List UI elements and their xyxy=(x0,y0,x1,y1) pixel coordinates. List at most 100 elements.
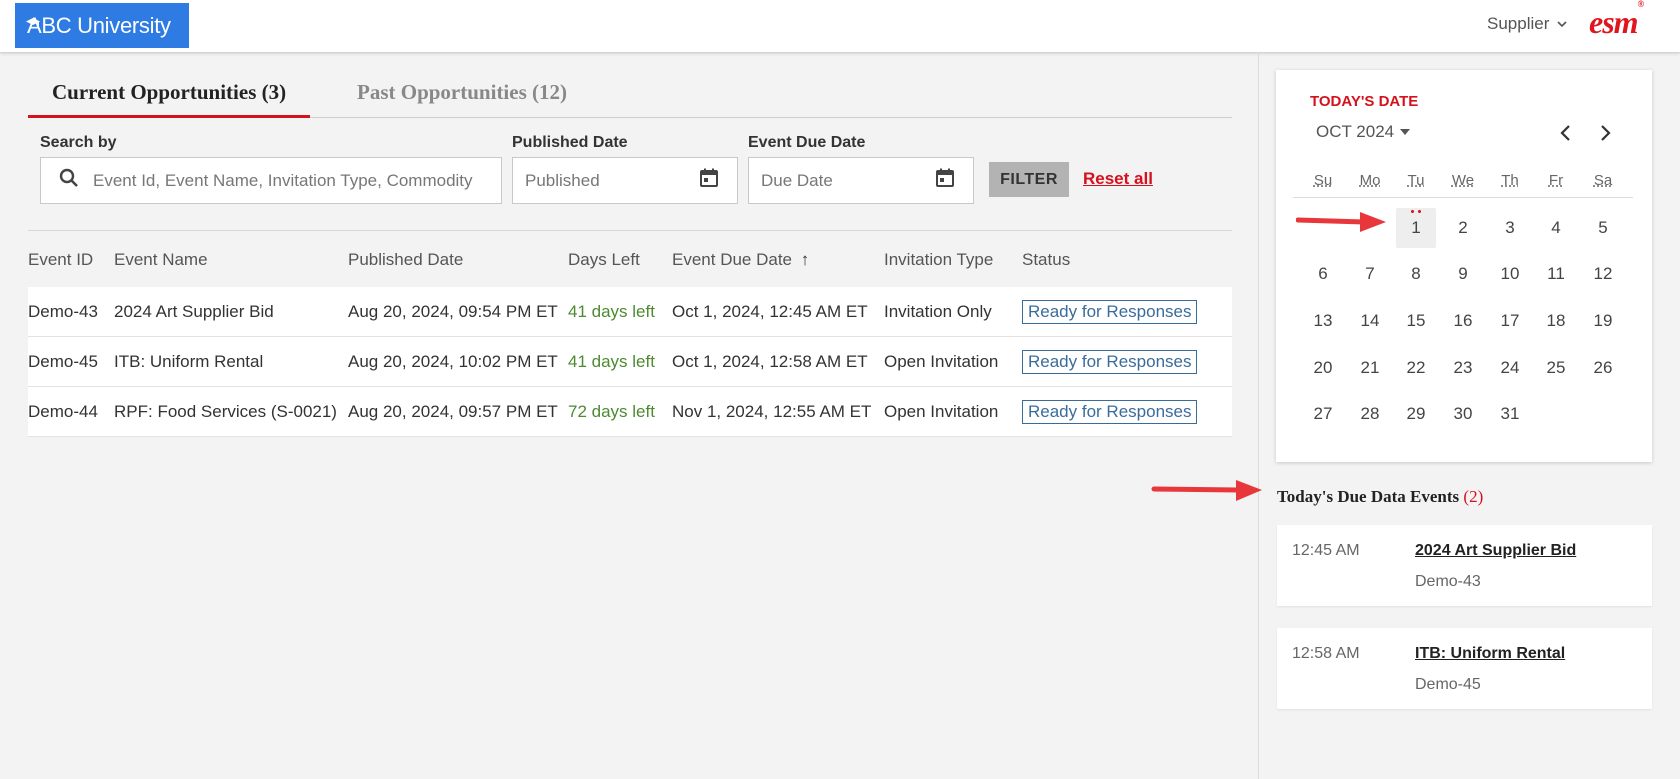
calendar-day-today[interactable]: 1 xyxy=(1396,208,1436,248)
calendar-day[interactable]: 7 xyxy=(1350,254,1390,294)
event-name-link[interactable]: ITB: Uniform Rental xyxy=(1415,645,1565,663)
day-number: 4 xyxy=(1551,218,1561,237)
cell-event-due-date: Oct 1, 2024, 12:45 AM ET xyxy=(672,302,868,321)
calendar-day[interactable]: 24 xyxy=(1490,348,1530,388)
due-date-placeholder: Due Date xyxy=(761,170,833,190)
column-header-event-name[interactable]: Event Name xyxy=(114,250,208,270)
day-number: 10 xyxy=(1500,264,1520,283)
calendar-day[interactable]: 31 xyxy=(1490,394,1530,434)
calendar-day[interactable]: 14 xyxy=(1350,301,1390,341)
calendar-day[interactable]: 30 xyxy=(1443,394,1483,434)
calendar-day[interactable]: 18 xyxy=(1536,301,1576,341)
calendar-day[interactable]: 21 xyxy=(1350,348,1390,388)
calendar-day[interactable]: 13 xyxy=(1303,301,1343,341)
due-date-input[interactable]: Due Date xyxy=(748,157,974,204)
due-event-card: 12:45 AM 2024 Art Supplier Bid Demo-43 xyxy=(1277,525,1652,606)
calendar-day[interactable]: 3 xyxy=(1490,208,1530,248)
weekday-label: We xyxy=(1451,172,1475,189)
calendar-icon[interactable] xyxy=(935,168,955,193)
column-header-label: Event Due Date xyxy=(672,250,793,269)
day-number: 2 xyxy=(1458,218,1468,237)
annotation-arrow-icon xyxy=(1151,480,1262,501)
calendar-day[interactable]: 27 xyxy=(1303,394,1343,434)
weekday-label: Sa xyxy=(1593,172,1613,189)
user-role-label: Supplier xyxy=(1487,14,1550,33)
calendar-day[interactable]: 28 xyxy=(1350,394,1390,434)
cell-event-name[interactable]: 2024 Art Supplier Bid xyxy=(114,302,274,322)
search-placeholder: Event Id, Event Name, Invitation Type, C… xyxy=(93,170,473,190)
opportunity-tabs: Current Opportunities (3) Past Opportuni… xyxy=(28,76,1232,118)
column-header-invitation-type[interactable]: Invitation Type xyxy=(884,250,993,270)
month-selector[interactable]: OCT 2024 xyxy=(1316,122,1411,142)
column-header-status[interactable]: Status xyxy=(1022,250,1070,270)
next-month-button[interactable] xyxy=(1594,122,1616,144)
column-header-event-id[interactable]: Event ID xyxy=(28,250,93,270)
status-badge: Ready for Responses xyxy=(1022,350,1198,374)
calendar-title: TODAY'S DATE xyxy=(1310,93,1419,110)
sort-ascending-icon: ↑ xyxy=(800,250,810,269)
day-number: 15 xyxy=(1406,311,1426,330)
weekday-label: Mo xyxy=(1359,172,1381,189)
calendar-day[interactable]: 10 xyxy=(1490,254,1530,294)
search-input[interactable]: Event Id, Event Name, Invitation Type, C… xyxy=(40,157,502,204)
weekday-label: Su xyxy=(1313,172,1333,189)
calendar-day[interactable]: 11 xyxy=(1536,254,1576,294)
day-number: 12 xyxy=(1593,264,1613,283)
filter-button[interactable]: FILTER xyxy=(989,162,1069,197)
search-icon xyxy=(59,168,85,193)
registered-mark: ® xyxy=(1637,0,1645,10)
calendar-day[interactable]: 12 xyxy=(1583,254,1623,294)
search-label: Search by xyxy=(40,134,117,151)
calendar-day[interactable]: 15 xyxy=(1396,301,1436,341)
calendar-day[interactable]: 20 xyxy=(1303,348,1343,388)
day-number: 8 xyxy=(1411,264,1421,283)
chevron-right-icon xyxy=(1601,125,1611,141)
tab-current-opportunities[interactable]: Current Opportunities (3) xyxy=(28,76,311,118)
calendar-day[interactable]: 9 xyxy=(1443,254,1483,294)
cell-days-left: 41 days left xyxy=(568,302,655,321)
day-number: 24 xyxy=(1500,358,1520,377)
tab-past-opportunities[interactable]: Past Opportunities (12) xyxy=(333,76,591,118)
calendar-day[interactable]: 16 xyxy=(1443,301,1483,341)
day-number: 31 xyxy=(1500,404,1520,423)
calendar-day[interactable]: 29 xyxy=(1396,394,1436,434)
cell-event-due-date: Oct 1, 2024, 12:58 AM ET xyxy=(672,352,868,371)
chevron-down-icon xyxy=(1557,20,1567,27)
event-id: Demo-45 xyxy=(1415,676,1481,693)
caret-down-icon xyxy=(1400,129,1411,135)
previous-month-button[interactable] xyxy=(1555,122,1577,144)
calendar-day[interactable]: 19 xyxy=(1583,301,1623,341)
event-name-link[interactable]: 2024 Art Supplier Bid xyxy=(1415,542,1576,560)
column-header-days-left[interactable]: Days Left xyxy=(568,250,640,270)
cell-event-name[interactable]: ITB: Uniform Rental xyxy=(114,352,263,372)
column-header-event-due-date[interactable]: Event Due Date ↑ xyxy=(672,250,809,270)
due-events-count: (2) xyxy=(1463,487,1484,506)
table-top-divider xyxy=(28,230,1232,231)
day-number: 25 xyxy=(1546,358,1566,377)
calendar-day[interactable]: 23 xyxy=(1443,348,1483,388)
user-role-menu[interactable]: Supplier xyxy=(1487,14,1567,34)
annotation-arrow-icon xyxy=(1296,212,1386,232)
column-header-published-date[interactable]: Published Date xyxy=(348,250,463,270)
table-row[interactable]: Demo-45 ITB: Uniform Rental Aug 20, 2024… xyxy=(28,337,1232,387)
calendar-day[interactable]: 2 xyxy=(1443,208,1483,248)
calendar-day[interactable]: 17 xyxy=(1490,301,1530,341)
calendar-day[interactable]: 5 xyxy=(1583,208,1623,248)
table-row[interactable]: Demo-44 RPF: Food Services (S-0021) Aug … xyxy=(28,387,1232,437)
calendar-day[interactable]: 4 xyxy=(1536,208,1576,248)
weekday-label: Th xyxy=(1501,172,1519,189)
sidebar-divider xyxy=(1258,53,1259,779)
calendar-day[interactable]: 25 xyxy=(1536,348,1576,388)
calendar-day[interactable]: 8 xyxy=(1396,254,1436,294)
top-header: ABC University Supplier esm® xyxy=(0,0,1680,53)
table-row[interactable]: Demo-43 2024 Art Supplier Bid Aug 20, 20… xyxy=(28,287,1232,337)
calendar-day[interactable]: 22 xyxy=(1396,348,1436,388)
reset-all-link[interactable]: Reset all xyxy=(1083,169,1153,189)
calendar-day[interactable]: 6 xyxy=(1303,254,1343,294)
calendar-icon[interactable] xyxy=(699,168,719,193)
calendar-day[interactable]: 26 xyxy=(1583,348,1623,388)
published-date-input[interactable]: Published xyxy=(512,157,738,204)
published-date-label: Published Date xyxy=(512,134,628,151)
cell-event-name[interactable]: RPF: Food Services (S-0021) xyxy=(114,402,337,422)
university-logo[interactable]: ABC University xyxy=(15,3,189,48)
